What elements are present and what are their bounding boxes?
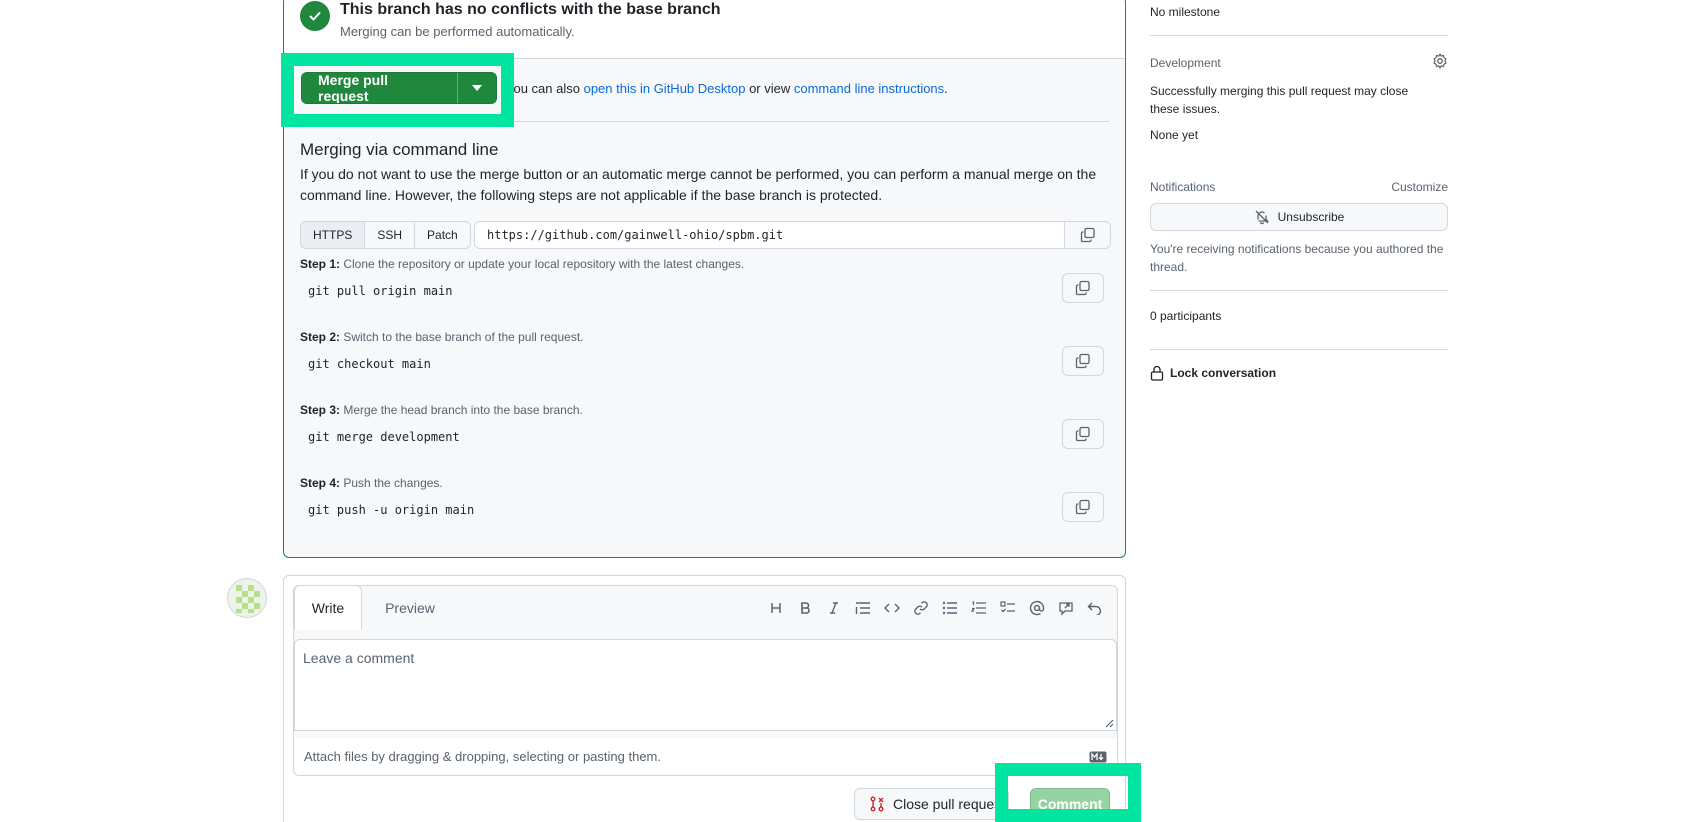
step-2-number: Step 2:	[300, 330, 341, 344]
lock-icon	[1150, 365, 1164, 381]
copy-step-4-button[interactable]	[1062, 492, 1104, 522]
milestone-value: No milestone	[1150, 5, 1221, 19]
step-2-text: Switch to the base branch of the pull re…	[340, 330, 584, 344]
copy-step-3-button[interactable]	[1062, 419, 1104, 449]
cli-title: Merging via command line	[300, 140, 499, 159]
attach-files-bar[interactable]: Attach files by dragging & dropping, sel…	[294, 738, 1117, 775]
copy-url-button[interactable]	[1064, 221, 1111, 249]
markdown-icon[interactable]	[1089, 751, 1107, 763]
customize-link[interactable]: Customize	[1391, 180, 1448, 194]
notifications-reason: You're receiving notifications because y…	[1150, 242, 1444, 274]
lock-conversation-link[interactable]: Lock conversation	[1150, 365, 1276, 381]
unordered-list-icon[interactable]	[935, 598, 964, 618]
heading-icon[interactable]	[761, 598, 790, 618]
step-4-number: Step 4:	[300, 476, 341, 490]
copy-icon	[1075, 499, 1090, 515]
comment-composer: Write Preview Leave a comment Attach fil…	[283, 575, 1126, 822]
lock-conversation-label: Lock conversation	[1170, 366, 1277, 380]
divider	[1150, 35, 1448, 36]
cli-description: If you do not want to use the merge butt…	[300, 166, 1097, 203]
close-pull-request-label: Close pull request	[893, 796, 1006, 812]
comment-textarea[interactable]: Leave a comment	[294, 639, 1117, 731]
step-1-label: Step 1: Clone the repository or update y…	[300, 257, 744, 271]
mention-icon[interactable]	[1022, 598, 1051, 618]
quote-icon[interactable]	[848, 598, 877, 618]
step-4-command: git push -u origin main	[308, 503, 475, 517]
tab-write[interactable]: Write	[294, 585, 362, 630]
step-2-label: Step 2: Switch to the base branch of the…	[300, 330, 584, 344]
merge-button-group: Merge pull request	[301, 72, 497, 104]
gear-icon[interactable]	[1432, 53, 1448, 69]
divider	[1150, 349, 1448, 350]
step-3-text: Merge the head branch into the base bran…	[340, 403, 583, 417]
merge-alt-suffix: .	[944, 81, 948, 96]
git-pull-request-closed-icon	[870, 796, 884, 812]
attach-files-text: Attach files by dragging & dropping, sel…	[304, 749, 661, 764]
copy-icon	[1080, 227, 1095, 243]
step-1-text: Clone the repository or update your loca…	[340, 257, 745, 271]
protocol-tab-ssh[interactable]: SSH	[365, 222, 416, 248]
protocol-selector: HTTPS SSH Patch	[300, 221, 471, 249]
ordered-list-icon[interactable]	[964, 598, 993, 618]
step-1-number: Step 1:	[300, 257, 341, 271]
copy-icon	[1075, 353, 1090, 369]
development-heading[interactable]: Development	[1150, 56, 1221, 70]
notifications-heading: Notifications	[1150, 180, 1216, 194]
caret-down-icon	[472, 85, 482, 91]
copy-step-1-button[interactable]	[1062, 273, 1104, 303]
step-4-label: Step 4: Push the changes.	[300, 476, 443, 490]
unsubscribe-button[interactable]: Unsubscribe	[1150, 203, 1448, 231]
step-3-number: Step 3:	[300, 403, 341, 417]
reference-icon[interactable]	[1051, 598, 1080, 618]
open-github-desktop-link[interactable]: open this in GitHub Desktop	[584, 81, 746, 96]
step-1-command: git pull origin main	[308, 284, 453, 298]
step-3-command: git merge development	[308, 430, 460, 444]
merge-alt-mid: or view	[745, 81, 794, 96]
merge-box: This branch has no conflicts with the ba…	[283, 0, 1126, 558]
avatar[interactable]	[227, 578, 267, 618]
comment-editor: Write Preview Leave a comment Attach fil…	[293, 585, 1118, 776]
code-icon[interactable]	[877, 598, 906, 618]
copy-step-2-button[interactable]	[1062, 346, 1104, 376]
command-line-instructions-link[interactable]: command line instructions	[794, 81, 944, 96]
merge-pull-request-button[interactable]: Merge pull request	[302, 73, 458, 103]
bell-slash-icon	[1255, 210, 1269, 225]
check-circle-icon	[300, 1, 330, 31]
unsubscribe-label: Unsubscribe	[1277, 210, 1345, 224]
link-icon[interactable]	[906, 598, 935, 618]
task-list-icon[interactable]	[993, 598, 1022, 618]
copy-icon	[1075, 426, 1090, 442]
merge-actions: Merge pull request You can also open thi…	[284, 59, 1125, 121]
close-pull-request-button[interactable]: Close pull request	[854, 788, 1009, 820]
comment-button[interactable]: Comment	[1030, 788, 1110, 820]
development-text: Successfully merging this pull request m…	[1150, 84, 1409, 116]
bold-icon[interactable]	[790, 598, 819, 618]
participants-count: 0 participants	[1150, 309, 1222, 323]
tab-preview[interactable]: Preview	[372, 586, 448, 630]
clone-url-field[interactable]: https://github.com/gainwell-ohio/spbm.gi…	[474, 221, 1065, 249]
merge-alternatives: You can also open this in GitHub Desktop…	[506, 81, 948, 96]
identicon-icon	[236, 585, 260, 613]
copy-icon	[1075, 280, 1090, 296]
development-none: None yet	[1150, 128, 1199, 142]
divider	[300, 121, 1109, 122]
step-3-label: Step 3: Merge the head branch into the b…	[300, 403, 583, 417]
merge-status-title: This branch has no conflicts with the ba…	[340, 1, 721, 18]
protocol-tab-https[interactable]: HTTPS	[301, 222, 366, 248]
merge-method-dropdown-button[interactable]	[458, 73, 496, 103]
step-2-command: git checkout main	[308, 357, 431, 371]
merge-alt-prefix: You can also	[506, 81, 584, 96]
merge-status: This branch has no conflicts with the ba…	[284, 0, 1125, 59]
italic-icon[interactable]	[819, 598, 848, 618]
protocol-tab-patch[interactable]: Patch	[415, 222, 470, 248]
markdown-toolbar	[761, 598, 1109, 618]
undo-icon[interactable]	[1080, 598, 1109, 618]
divider	[1150, 290, 1448, 291]
resize-handle-icon[interactable]	[1104, 718, 1114, 728]
merge-status-subtitle: Merging can be performed automatically.	[340, 24, 575, 39]
step-4-text: Push the changes.	[340, 476, 443, 490]
